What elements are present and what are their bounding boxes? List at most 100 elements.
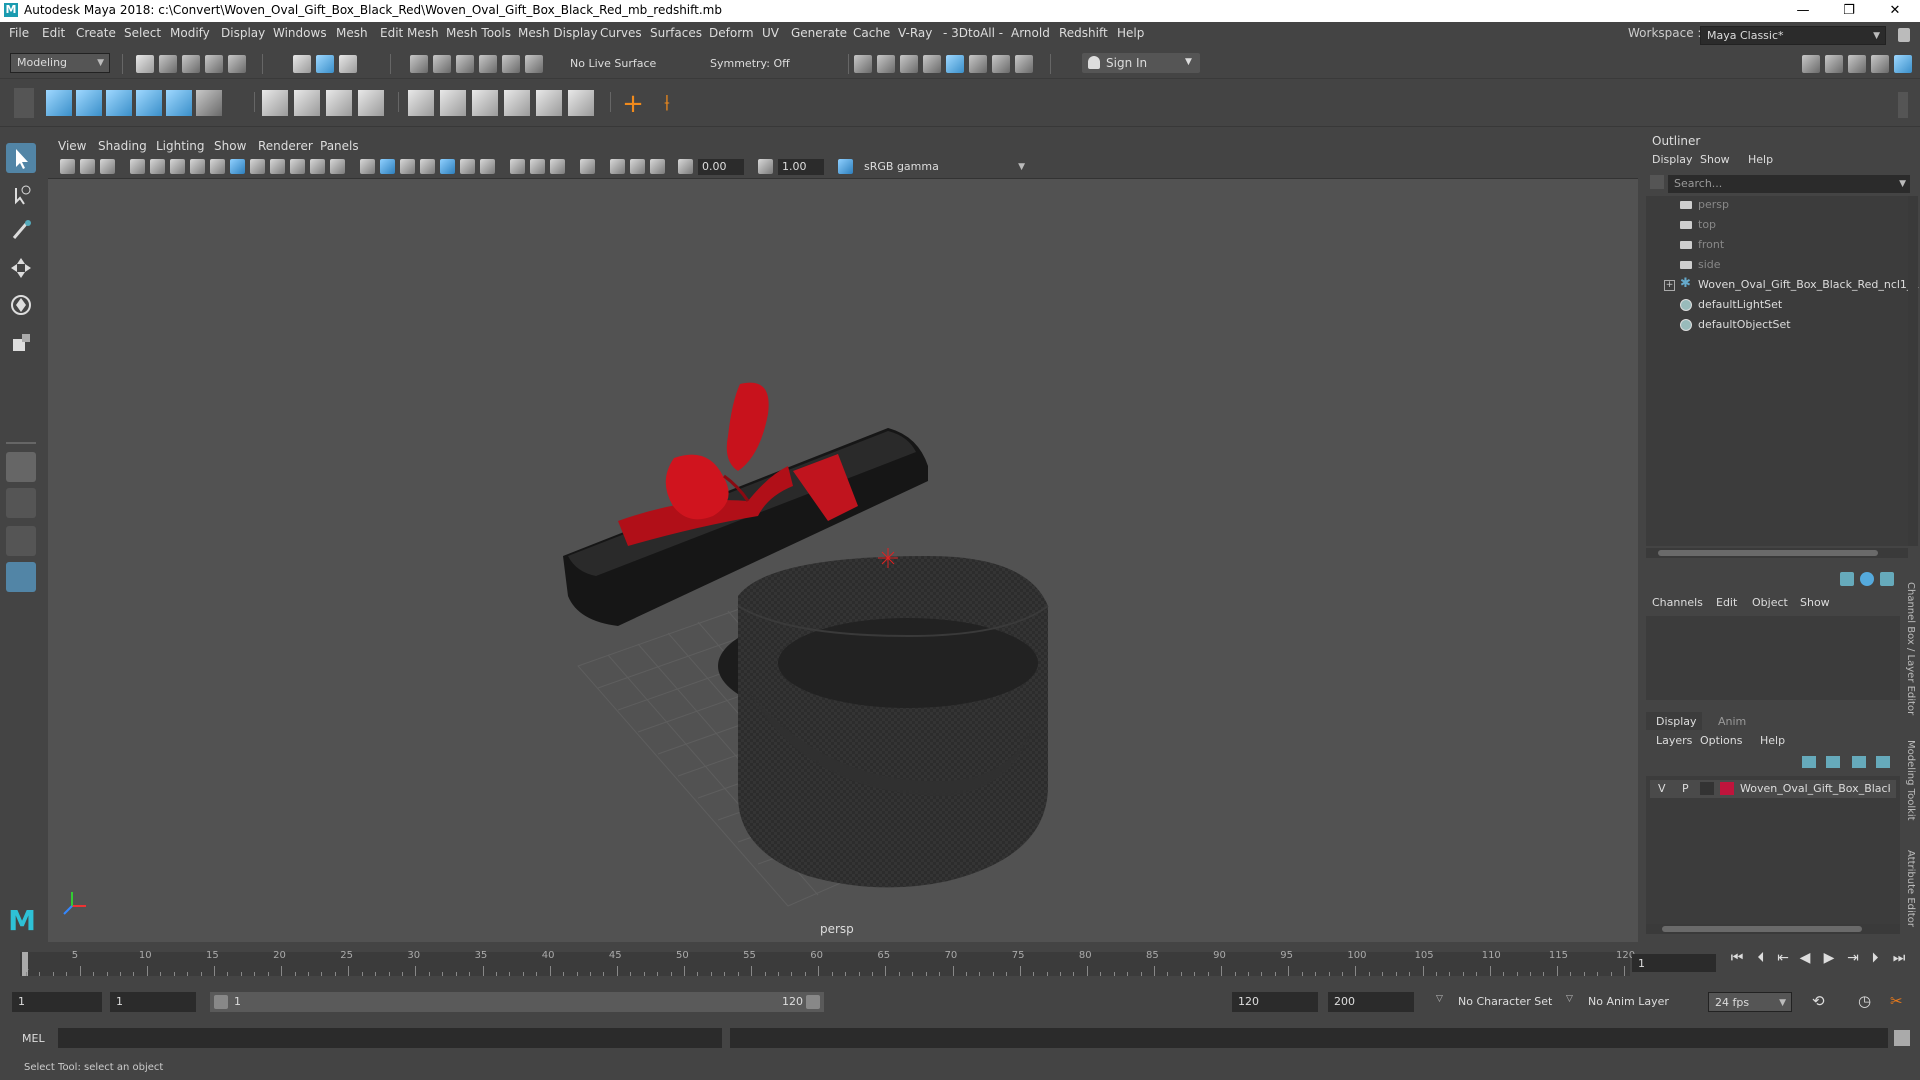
play-forward-icon[interactable]: ▶: [1820, 950, 1838, 966]
color-management-icon[interactable]: [838, 159, 853, 174]
viewport-persp[interactable]: [48, 136, 1638, 942]
snap-rotate-icon[interactable]: [525, 55, 543, 73]
script-language-label[interactable]: MEL: [22, 1032, 45, 1045]
layer-type-toggle[interactable]: [1700, 782, 1714, 795]
paint-select-icon[interactable]: [6, 216, 36, 246]
minimize-button[interactable]: —: [1780, 0, 1826, 22]
channel-edit-icon[interactable]: [1880, 572, 1894, 586]
open-scene-icon[interactable]: [159, 55, 177, 73]
play-backward-icon[interactable]: ◀: [1796, 950, 1814, 966]
shelf-grid-icon[interactable]: [262, 90, 288, 116]
animation-prefs-icon[interactable]: ✂: [1890, 992, 1903, 1010]
menu-file[interactable]: File: [9, 26, 29, 40]
shelf-arrow-left-icon[interactable]: [76, 90, 102, 116]
menu-vray[interactable]: V-Ray: [898, 26, 932, 40]
outliner-search-input[interactable]: Search... ▼: [1668, 175, 1910, 193]
grease-pencil-icon[interactable]: [190, 159, 205, 174]
menu-edit[interactable]: Edit: [42, 26, 65, 40]
backface-icon[interactable]: [550, 159, 565, 174]
channels-menu-edit[interactable]: Edit: [1716, 596, 1737, 609]
xray-icon[interactable]: [510, 159, 525, 174]
undo-icon[interactable]: [205, 55, 223, 73]
range-start-handle[interactable]: [214, 995, 228, 1009]
wireframe-icon[interactable]: [360, 159, 375, 174]
sign-in-button[interactable]: Sign In ▼: [1082, 53, 1200, 73]
layer-playback-toggle[interactable]: P: [1682, 782, 1689, 795]
select-object-icon[interactable]: [316, 55, 334, 73]
menu-help[interactable]: Help: [1117, 26, 1144, 40]
outliner-layout-icon[interactable]: [6, 562, 36, 592]
menu-surfaces[interactable]: Surfaces: [650, 26, 702, 40]
menu-mesh[interactable]: Mesh: [336, 26, 368, 40]
menu-cache[interactable]: Cache: [853, 26, 890, 40]
live-surface-label[interactable]: No Live Surface: [570, 57, 656, 70]
step-forward-icon[interactable]: ⏵: [1866, 950, 1884, 966]
playback-end-field[interactable]: 120: [1232, 992, 1318, 1012]
redo-icon[interactable]: [228, 55, 246, 73]
outliner-menu-display[interactable]: Display: [1652, 153, 1693, 166]
chevron-down-icon[interactable]: ▽: [1566, 994, 1573, 1004]
rotate-tool-icon[interactable]: [6, 290, 36, 320]
save-scene-icon[interactable]: [182, 55, 200, 73]
shelf-scroll-icon[interactable]: [1898, 92, 1908, 118]
shelf-skeleton-icon[interactable]: [196, 90, 222, 116]
menu-generate[interactable]: Generate: [791, 26, 847, 40]
step-back-key-icon[interactable]: ⇤: [1774, 950, 1792, 966]
expand-icon[interactable]: +: [1664, 280, 1675, 291]
scrollbar-thumb[interactable]: [1662, 926, 1862, 932]
gamma-icon[interactable]: [758, 159, 773, 174]
shelf-curve-icon[interactable]: [408, 90, 434, 116]
step-forward-key-icon[interactable]: ⇥: [1844, 950, 1862, 966]
menu-create[interactable]: Create: [76, 26, 116, 40]
tab-anim[interactable]: Anim: [1718, 715, 1746, 728]
menu-deform[interactable]: Deform: [709, 26, 754, 40]
fps-dropdown[interactable]: 24 fps ▼: [1708, 992, 1792, 1012]
shelf-joint-icon[interactable]: [568, 90, 594, 116]
xray-joints-icon[interactable]: [530, 159, 545, 174]
lock-icon[interactable]: [1898, 28, 1910, 42]
go-to-end-icon[interactable]: ⏭: [1890, 950, 1908, 966]
dof-icon[interactable]: [650, 159, 665, 174]
outliner-horizontal-scrollbar[interactable]: [1646, 548, 1908, 558]
layers-menu-layers[interactable]: Layers: [1656, 734, 1692, 747]
menu-redshift[interactable]: Redshift: [1059, 26, 1108, 40]
shelf-tabs-icon[interactable]: [14, 88, 34, 118]
attribute-editor-icon[interactable]: [1825, 55, 1843, 73]
safe-action-icon[interactable]: [310, 159, 325, 174]
shelf-plus-icon[interactable]: +: [620, 91, 646, 118]
menu-select[interactable]: Select: [124, 26, 161, 40]
viewport-menu-renderer[interactable]: Renderer: [258, 139, 313, 153]
shelf-character-icon[interactable]: [166, 90, 192, 116]
menu-mesh-display[interactable]: Mesh Display: [518, 26, 598, 40]
time-slider-track[interactable]: 1 5 10 15 20 25 30 35 40 45 50 55 60 65 70 75 80 85 90 95 1…: [20, 950, 1635, 976]
command-input[interactable]: [58, 1028, 722, 1048]
menu-windows[interactable]: Windows: [273, 26, 327, 40]
channel-box-icon[interactable]: [1871, 55, 1889, 73]
safe-title-icon[interactable]: [330, 159, 345, 174]
four-view-layout-icon[interactable]: [6, 488, 36, 518]
tab-display[interactable]: Display: [1656, 715, 1697, 728]
grid-toggle-icon[interactable]: [210, 159, 225, 174]
menu-set-dropdown[interactable]: Modeling ▼: [10, 53, 110, 73]
shelf-sphere-icon[interactable]: [294, 90, 320, 116]
menu-uv[interactable]: UV: [762, 26, 779, 40]
shelf-corner-icon[interactable]: [440, 90, 466, 116]
new-scene-icon[interactable]: [136, 55, 154, 73]
layer-editor-icon[interactable]: [1894, 55, 1912, 73]
hypershade-icon[interactable]: [969, 55, 987, 73]
maximize-button[interactable]: ❐: [1826, 0, 1872, 22]
loop-icon[interactable]: ⟲: [1812, 992, 1825, 1010]
menu-curves[interactable]: Curves: [600, 26, 642, 40]
viewport-menu-lighting[interactable]: Lighting: [156, 139, 205, 153]
playback-start-field[interactable]: 1: [110, 992, 196, 1012]
shelf-pin-icon[interactable]: ⟊: [654, 92, 680, 118]
lasso-tool-icon[interactable]: [6, 180, 36, 210]
lock-camera-icon[interactable]: [80, 159, 95, 174]
resolution-gate-icon[interactable]: [250, 159, 265, 174]
range-end-handle[interactable]: [806, 995, 820, 1009]
select-component-icon[interactable]: [339, 55, 357, 73]
new-layer-icon[interactable]: [1852, 756, 1866, 768]
filter-icon[interactable]: [1650, 175, 1664, 189]
isolate-select-icon[interactable]: [580, 159, 595, 174]
two-view-layout-icon[interactable]: [6, 526, 36, 556]
